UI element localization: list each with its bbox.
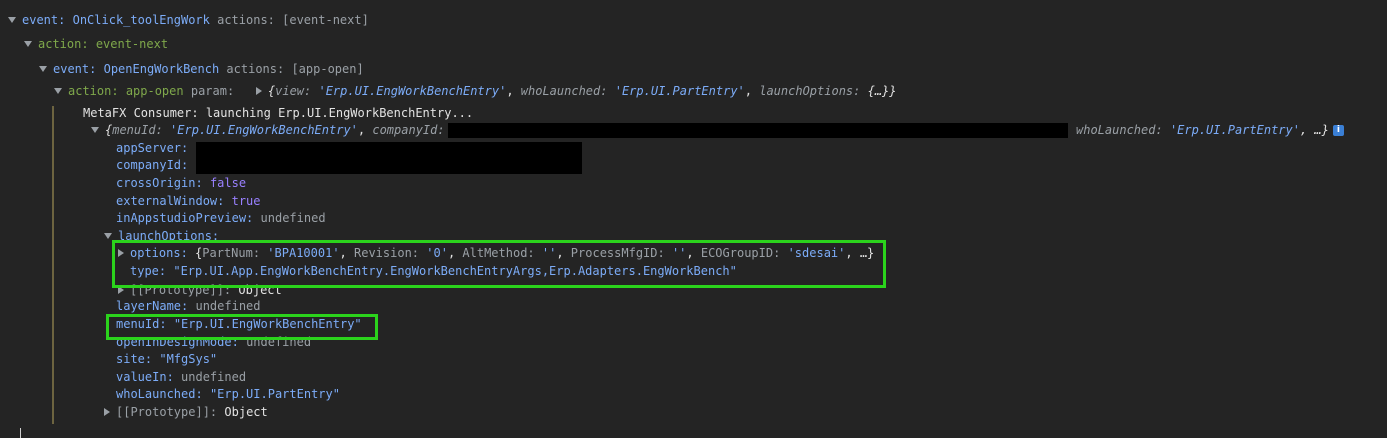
prop-valuein[interactable]: valueIn: undefined (116, 369, 246, 386)
prop-value-externalwindow: true (231, 194, 261, 208)
prop-key-valuein: valueIn: (116, 370, 174, 384)
event-actions: actions: [app-open] (226, 62, 364, 76)
prop-appserver[interactable]: appServer: (116, 140, 188, 157)
expand-arrow-icon[interactable] (91, 126, 99, 133)
redaction-bar-companyid-summary (448, 123, 1068, 138)
log-event-openengworkbench[interactable]: event: OpenEngWorkBench actions: [app-op… (39, 61, 364, 78)
param-value-launchoptions: {…} (867, 84, 890, 98)
highlight-box-menuid (106, 314, 378, 340)
param-key-view: view: (275, 84, 312, 98)
expand-arrow-icon[interactable] (54, 87, 62, 94)
prop-key-inappstudiopreview: inAppstudioPreview: (116, 211, 254, 225)
prop-key-site: site: (116, 352, 153, 366)
log-action-event-next[interactable]: action: event-next (24, 36, 168, 53)
prop-key-layername: layerName: (116, 299, 189, 313)
prop-key-companyid: companyId: (116, 158, 189, 172)
param-label: param: (190, 84, 235, 98)
prop-key-crossorigin: crossOrigin: (116, 176, 203, 190)
console-input-caret[interactable] (20, 428, 21, 438)
expand-arrow-icon[interactable] (8, 16, 16, 23)
action-label: action: (68, 84, 119, 98)
object-value-menuid: 'Erp.UI.EngWorkBenchEntry' (170, 123, 358, 137)
prop-value-valuein: undefined (181, 370, 247, 384)
prop-value-layername: undefined (195, 299, 261, 313)
object-key-menuid: menuId: (112, 123, 163, 137)
param-value-wholaunched: 'Erp.UI.PartEntry' (614, 84, 745, 98)
prop-value-inappstudiopreview: undefined (260, 211, 326, 225)
highlight-box-launchoptions (112, 240, 886, 288)
event-label: event: (53, 62, 97, 76)
action-label: action: (38, 37, 89, 51)
collapse-arrow-icon[interactable] (255, 86, 262, 95)
action-name: app-open (125, 84, 184, 98)
object-value-wholaunched: 'Erp.UI.PartEntry' (1169, 123, 1300, 137)
event-label: event: (22, 13, 66, 27)
console-message-text: MetaFX Consumer: launching Erp.UI.EngWor… (83, 106, 474, 120)
log-action-app-open[interactable]: action: app-open param: {view: 'Erp.UI.E… (54, 83, 897, 100)
prop-value-wholaunched: "Erp.UI.PartEntry" (209, 387, 340, 401)
event-actions: actions: [event-next] (217, 13, 369, 27)
object-key-companyid: companyId: (372, 123, 445, 137)
info-icon[interactable]: i (1332, 125, 1344, 136)
expand-arrow-icon[interactable] (39, 65, 47, 72)
expand-arrow-icon[interactable] (24, 40, 32, 47)
object-summary-row-tail[interactable]: whoLaunched: 'Erp.UI.PartEntry', …} i (1076, 122, 1344, 139)
prop-value-crossorigin: false (209, 176, 247, 190)
collapse-arrow-icon[interactable] (104, 407, 110, 416)
prop-inappstudiopreview[interactable]: inAppstudioPreview: undefined (116, 210, 326, 227)
truncated-top-line (0, 0, 1387, 6)
object-key-wholaunched: whoLaunched: (1076, 123, 1163, 137)
log-message: MetaFX Consumer: launching Erp.UI.EngWor… (83, 105, 473, 122)
prop-key-externalwindow: externalWindow: (116, 194, 225, 208)
prop-site[interactable]: site: "MfgSys" (116, 351, 217, 368)
prop-layername[interactable]: layerName: undefined (116, 298, 261, 315)
param-key-wholaunched: whoLaunched: (520, 84, 608, 98)
prop-crossorigin[interactable]: crossOrigin: false (116, 175, 246, 192)
action-name: event-next (95, 37, 169, 51)
event-name: OnClick_toolEngWork (72, 13, 210, 27)
prop-value-prototype: Object (224, 405, 268, 419)
prop-key-wholaunched: whoLaunched: (116, 387, 203, 401)
group-indent-guide (52, 106, 54, 424)
event-name: OpenEngWorkBench (103, 62, 220, 76)
param-close-brace: } (889, 84, 897, 98)
prop-wholaunched[interactable]: whoLaunched: "Erp.UI.PartEntry" (116, 386, 340, 403)
object-tail: , …} (1299, 123, 1329, 137)
redaction-bar-server-company (196, 142, 582, 174)
param-key-launchoptions: launchOptions: (759, 84, 861, 98)
prop-key-prototype: [[Prototype]]: (116, 405, 218, 419)
log-event-onclick-toolengwork[interactable]: event: OnClick_toolEngWork actions: [eve… (8, 12, 369, 29)
prop-externalwindow[interactable]: externalWindow: true (116, 193, 261, 210)
param-value-view: 'Erp.UI.EngWorkBenchEntry' (318, 84, 507, 98)
object-summary-row[interactable]: {menuId: 'Erp.UI.EngWorkBenchEntry', com… (91, 122, 445, 139)
expand-arrow-icon[interactable] (104, 232, 112, 239)
prop-prototype-object[interactable]: [[Prototype]]: Object (104, 404, 268, 421)
prop-value-site: "MfgSys" (159, 352, 218, 366)
prop-companyid[interactable]: companyId: (116, 157, 188, 174)
prop-key-appserver: appServer: (116, 141, 189, 155)
